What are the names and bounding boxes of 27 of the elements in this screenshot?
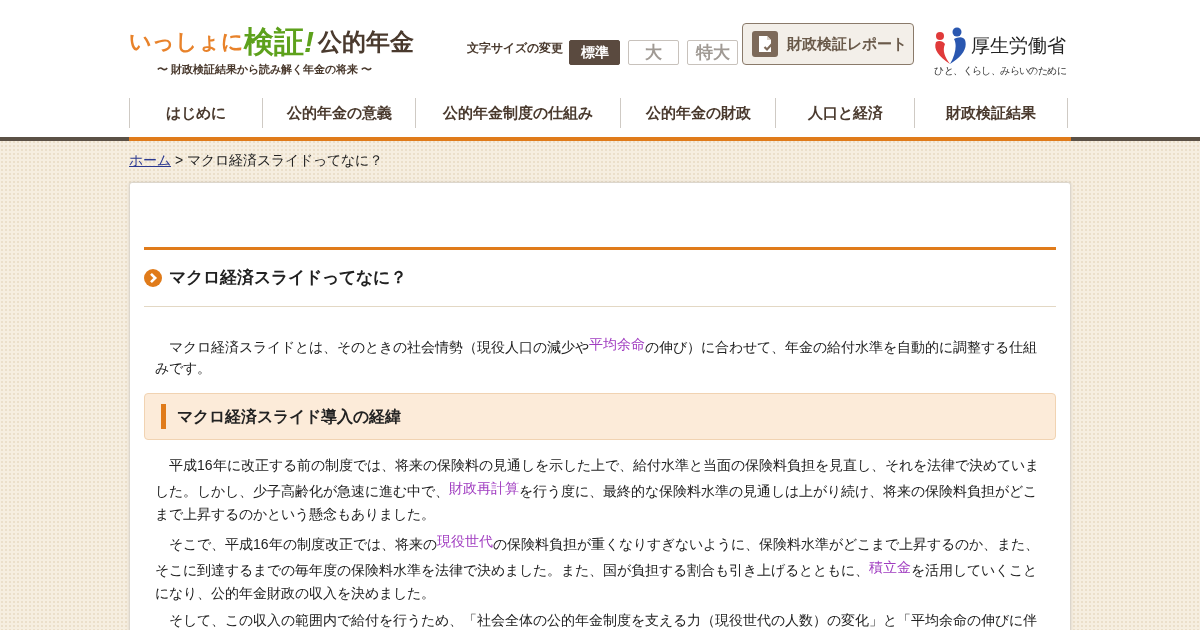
breadcrumb-separator: >	[175, 150, 184, 170]
glossary-link[interactable]: 財政再計算	[449, 480, 519, 496]
body-paragraph: そして、この収入の範囲内で給付を行うため、「社会全体の公的年金制度を支える力（現役世代の人数）の変化」と「平均余命の伸びに伴	[168, 611, 1038, 630]
nav-item[interactable]: はじめに	[129, 98, 262, 128]
site-subtitle: 〜 財政検証結果から読み解く年金の将来 〜	[157, 62, 374, 76]
glossary-link[interactable]: 平均余命	[589, 336, 645, 352]
nav-item[interactable]: 人口と経済	[775, 98, 914, 128]
ministry-name: 厚生労働省	[971, 35, 1066, 57]
nav-item[interactable]: 公的年金の財政	[620, 98, 775, 128]
site-logo[interactable]: いっしょに検証!公的年金	[129, 24, 467, 60]
nav-item[interactable]: 公的年金制度の仕組み	[415, 98, 620, 128]
article-title: マクロ経済スライドってなに？	[169, 267, 407, 290]
ministry-tagline: ひと、くらし、みらいのために	[934, 65, 1066, 77]
nav-item[interactable]: 公的年金の意義	[262, 98, 415, 128]
document-check-icon	[752, 31, 778, 57]
font-size-label: 文字サイズの変更	[467, 40, 563, 56]
nav-item[interactable]: 財政検証結果	[914, 98, 1068, 128]
heart-logo-icon	[933, 27, 967, 65]
breadcrumb-current: マクロ経済スライドってなに？	[187, 150, 384, 170]
section-heading: マクロ経済スライド導入の経緯	[177, 406, 401, 427]
accent-bar	[161, 404, 166, 429]
glossary-link[interactable]: 積立金	[869, 559, 911, 575]
font-size-option[interactable]: 標準	[569, 40, 620, 65]
report-button[interactable]: 財政検証レポート	[742, 23, 914, 65]
breadcrumb-link[interactable]: ホーム	[129, 149, 171, 171]
chevron-right-icon	[144, 269, 162, 287]
glossary-link[interactable]: 現役世代	[436, 533, 493, 549]
